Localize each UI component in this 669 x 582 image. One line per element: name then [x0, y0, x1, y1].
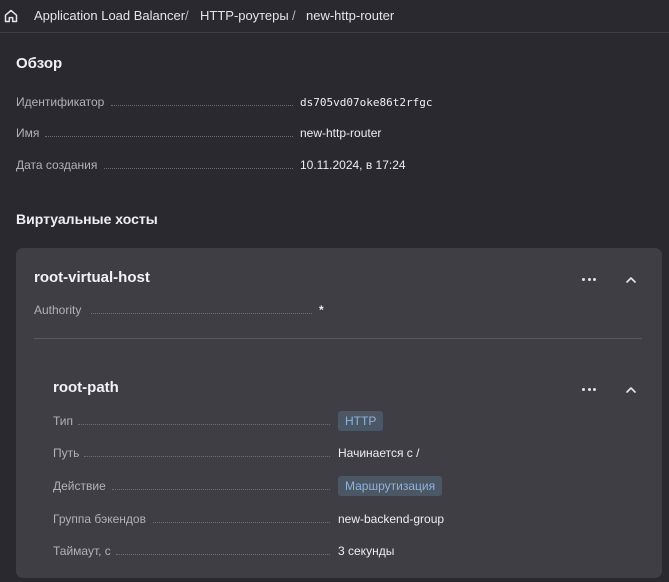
route-type-tag: HTTP [338, 411, 384, 431]
field-created-label: Дата создания [16, 158, 98, 172]
route-more-button[interactable] [577, 380, 601, 398]
route-timeout-row: Таймаут, с 3 секунды [53, 544, 453, 562]
authority-value: * [319, 303, 324, 317]
dotted-leader [116, 554, 330, 555]
more-horizontal-icon [582, 277, 586, 281]
field-id-label: Идентификатор [16, 95, 105, 109]
virtual-host-name: root-virtual-host [34, 269, 150, 286]
virtual-host-more-button[interactable] [577, 270, 601, 288]
breadcrumb: Application Load Balancer / HTTP-роутеры… [0, 0, 669, 33]
route-path-row: Путь Начинается с / [53, 446, 453, 464]
dotted-leader [104, 168, 293, 169]
route-backend-group-label: Группа бэкендов [53, 512, 146, 526]
dotted-leader [91, 313, 312, 314]
route-name: root-path [53, 379, 119, 396]
route-path-label: Путь [53, 446, 80, 460]
route-action-row: Действие Маршрутизация [53, 476, 453, 497]
field-created: Дата создания 10.11.2024, в 17:24 [16, 158, 456, 176]
authority-label: Authority [34, 303, 82, 317]
overview-title: Обзор [16, 55, 63, 72]
field-name-value: new-http-router [300, 126, 382, 140]
dotted-leader [112, 489, 330, 490]
field-id-value[interactable]: ds705vd07oke86t2rfgc [300, 96, 432, 109]
dotted-leader [45, 136, 293, 137]
card-divider [34, 338, 642, 339]
field-name-label: Имя [16, 126, 40, 140]
authority-row: Authority * [34, 303, 334, 321]
dotted-leader [84, 456, 330, 457]
route-timeout-label: Таймаут, с [53, 544, 111, 558]
virtual-hosts-title: Виртуальные хосты [16, 211, 158, 227]
route-action-label: Действие [53, 479, 106, 493]
route-path-value: Начинается с / [338, 446, 420, 460]
route-backend-group-row: Группа бэкендов new-backend-group [53, 512, 473, 530]
dotted-leader [111, 105, 293, 106]
virtual-host-card: root-virtual-host Authority * root-path … [16, 248, 662, 578]
more-horizontal-icon [582, 387, 586, 391]
dotted-leader [78, 424, 330, 425]
breadcrumb-http-routers[interactable]: HTTP-роутеры [200, 8, 289, 23]
field-created-value: 10.11.2024, в 17:24 [300, 158, 406, 172]
field-name: Имя new-http-router [16, 126, 456, 144]
route-type-row: Тип HTTP [53, 411, 453, 432]
breadcrumb-separator: / [185, 8, 189, 23]
chevron-up-icon[interactable] [623, 382, 639, 398]
field-id: Идентификатор ds705vd07oke86t2rfgc [16, 95, 456, 113]
home-icon[interactable] [3, 8, 19, 24]
dotted-leader [153, 522, 330, 523]
route-type-label: Тип [53, 414, 74, 428]
chevron-up-icon[interactable] [623, 272, 639, 288]
route-backend-group-link[interactable]: new-backend-group [338, 512, 444, 526]
breadcrumb-current: new-http-router [306, 8, 395, 23]
route-timeout-value: 3 секунды [338, 544, 395, 558]
breadcrumb-separator: / [292, 8, 296, 23]
breadcrumb-alb[interactable]: Application Load Balancer [34, 8, 185, 23]
route-action-tag: Маршрутизация [338, 476, 443, 496]
